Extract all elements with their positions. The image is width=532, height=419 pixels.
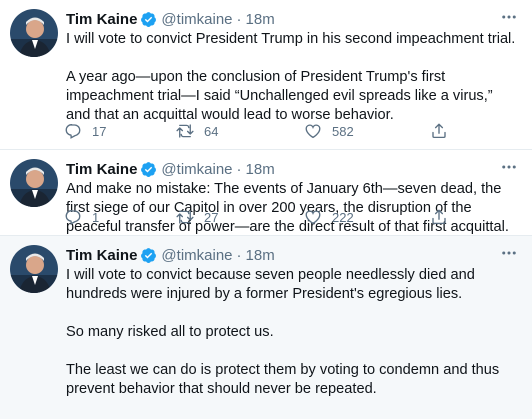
like-count: 582 <box>332 123 354 139</box>
like-count: 222 <box>332 209 354 225</box>
author-handle[interactable]: @timkaine <box>161 11 232 28</box>
share-button[interactable] <box>430 207 448 227</box>
tweet-text: I will vote to convict because seven peo… <box>66 266 516 399</box>
like-button[interactable]: 222 <box>304 207 354 227</box>
retweet-button[interactable]: 27 <box>176 207 218 227</box>
tweet-paragraph: A year ago—upon the conclusion of Presid… <box>66 69 493 123</box>
verified-badge-icon <box>140 247 157 264</box>
like-icon <box>305 124 321 139</box>
share-icon <box>432 123 446 139</box>
tweet-paragraph: The least we can do is protect them by v… <box>66 362 500 397</box>
share-icon <box>432 209 446 225</box>
avatar[interactable] <box>10 245 58 293</box>
like-button[interactable]: 582 <box>304 121 354 141</box>
more-icon[interactable] <box>500 8 518 26</box>
timestamp[interactable]: 18m <box>246 247 275 264</box>
separator-dot: · <box>236 246 242 264</box>
tweet-paragraph: And make no mistake: The events of Janua… <box>66 181 509 235</box>
retweet-icon <box>176 210 194 224</box>
more-icon[interactable] <box>500 244 518 262</box>
reply-count: 17 <box>92 123 107 139</box>
tweet-header: Tim Kaine @timkaine · 18m <box>66 245 275 265</box>
tweet-paragraph: So many risked all to protect us. <box>66 324 274 340</box>
verified-badge-icon <box>140 161 157 178</box>
tweet-highlighted[interactable]: Tim Kaine @timkaine · 18m I will vote to… <box>0 236 532 419</box>
avatar[interactable] <box>10 9 58 57</box>
timestamp[interactable]: 18m <box>246 161 275 178</box>
tweet-text: And make no mistake: The events of Janua… <box>66 180 516 237</box>
reply-count: 1 <box>92 209 100 225</box>
share-button[interactable] <box>430 121 448 141</box>
like-icon <box>305 210 321 225</box>
avatar[interactable] <box>10 159 58 207</box>
reply-icon <box>65 124 81 139</box>
tweet-header: Tim Kaine @timkaine · 18m <box>66 9 275 29</box>
tweet-text: I will vote to convict President Trump i… <box>66 30 516 125</box>
author-name[interactable]: Tim Kaine <box>66 161 137 178</box>
more-icon[interactable] <box>500 158 518 176</box>
tweet[interactable]: Tim Kaine @timkaine · 18m And make no mi… <box>0 150 532 236</box>
reply-button[interactable]: 17 <box>64 121 106 141</box>
tweet-paragraph: I will vote to convict because seven peo… <box>66 267 475 302</box>
author-name[interactable]: Tim Kaine <box>66 11 137 28</box>
reply-icon <box>65 210 81 225</box>
tweet[interactable]: Tim Kaine @timkaine · 18m I will vote to… <box>0 0 532 150</box>
author-name[interactable]: Tim Kaine <box>66 247 137 264</box>
timestamp[interactable]: 18m <box>246 11 275 28</box>
reply-button[interactable]: 1 <box>64 207 99 227</box>
separator-dot: · <box>236 160 242 178</box>
retweet-button[interactable]: 64 <box>176 121 218 141</box>
author-handle[interactable]: @timkaine <box>161 247 232 264</box>
retweet-count: 27 <box>204 209 219 225</box>
retweet-count: 64 <box>204 123 219 139</box>
tweet-header: Tim Kaine @timkaine · 18m <box>66 159 275 179</box>
verified-badge-icon <box>140 11 157 28</box>
author-handle[interactable]: @timkaine <box>161 161 232 178</box>
tweet-paragraph: I will vote to convict President Trump i… <box>66 31 516 47</box>
separator-dot: · <box>236 10 242 28</box>
retweet-icon <box>176 124 194 138</box>
